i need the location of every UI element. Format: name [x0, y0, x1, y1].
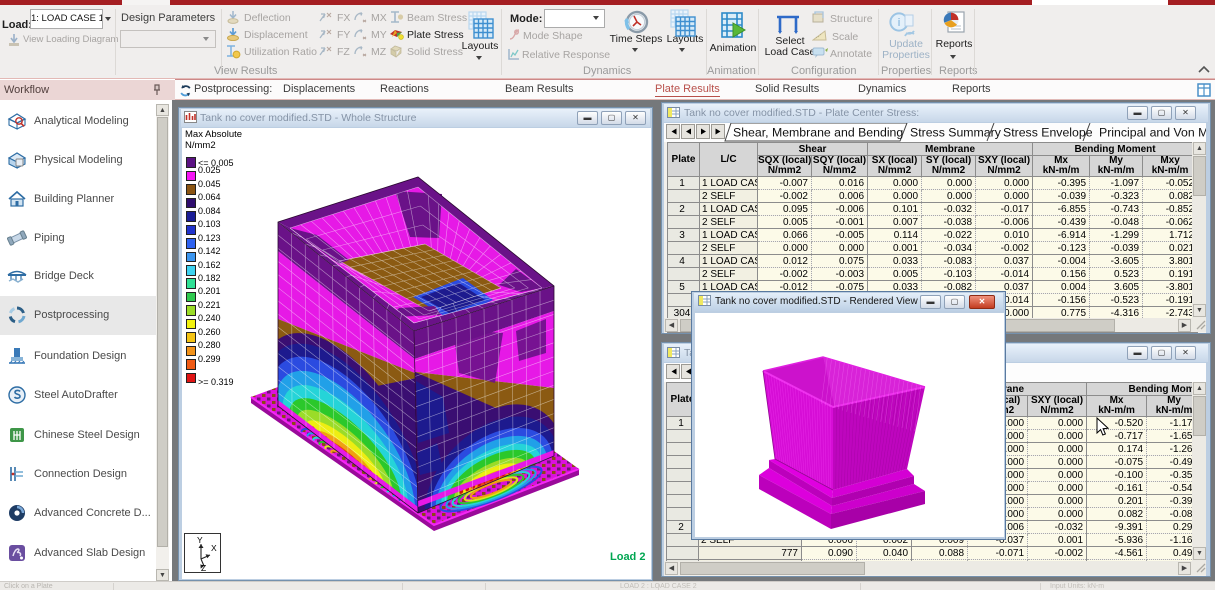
svg-text:Shear, Membrane and Bending: Shear, Membrane and Bending — [733, 126, 903, 140]
svg-text:Y: Y — [197, 535, 203, 545]
svg-text:X: X — [211, 543, 217, 553]
svg-text:Z: Z — [201, 563, 206, 572]
svg-text:Stress Envelope: Stress Envelope — [1003, 126, 1093, 140]
svg-text:i: i — [897, 17, 900, 29]
svg-text:Principal and Von Mis: Principal and Von Mis — [1099, 126, 1206, 140]
